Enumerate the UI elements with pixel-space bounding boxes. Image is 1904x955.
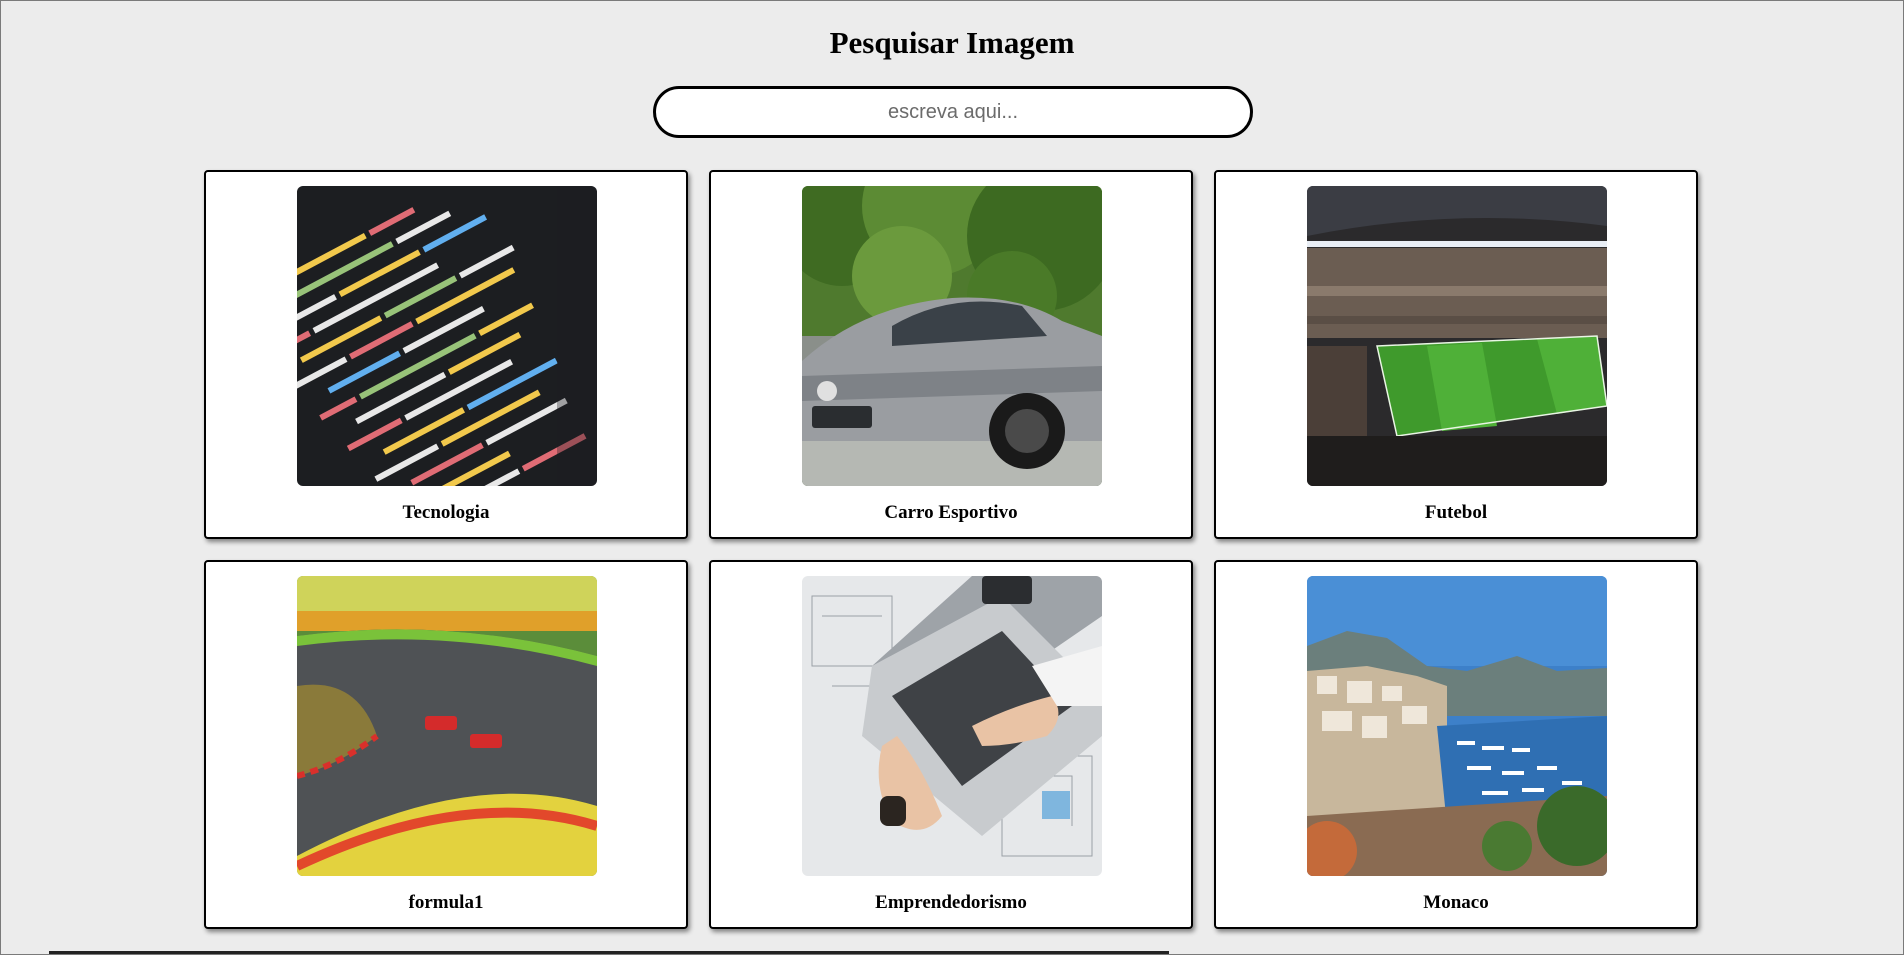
- image-card-label: Futebol: [1424, 502, 1488, 523]
- laptop-blueprints-photo: [802, 576, 1102, 876]
- page-title: Pesquisar Imagem: [829, 25, 1075, 60]
- football-stadium-photo: [1307, 186, 1607, 486]
- search-input[interactable]: [653, 86, 1253, 138]
- image-card-carro-esportivo[interactable]: Carro Esportivo: [709, 170, 1193, 539]
- image-card-emprendedorismo[interactable]: Emprendedorismo: [709, 560, 1193, 929]
- image-card-label: Tecnologia: [402, 502, 490, 523]
- image-grid: Tecnologia Carro Esportivo Futebol formu…: [204, 170, 1698, 929]
- monaco-harbor-photo: [1307, 576, 1607, 876]
- image-card-label: Monaco: [1423, 892, 1489, 913]
- formula1-race-photo: [297, 576, 597, 876]
- image-card-label: Carro Esportivo: [884, 502, 1018, 523]
- code-editor-photo: [297, 186, 597, 486]
- image-card-label: formula1: [408, 892, 484, 913]
- image-card-tecnologia[interactable]: Tecnologia: [204, 170, 688, 539]
- image-card-futebol[interactable]: Futebol: [1214, 170, 1698, 539]
- image-card-formula1[interactable]: formula1: [204, 560, 688, 929]
- image-card-monaco[interactable]: Monaco: [1214, 560, 1698, 929]
- bottom-scroll-indicator: [49, 951, 1169, 954]
- image-card-label: Emprendedorismo: [875, 892, 1027, 913]
- sports-car-photo: [802, 186, 1102, 486]
